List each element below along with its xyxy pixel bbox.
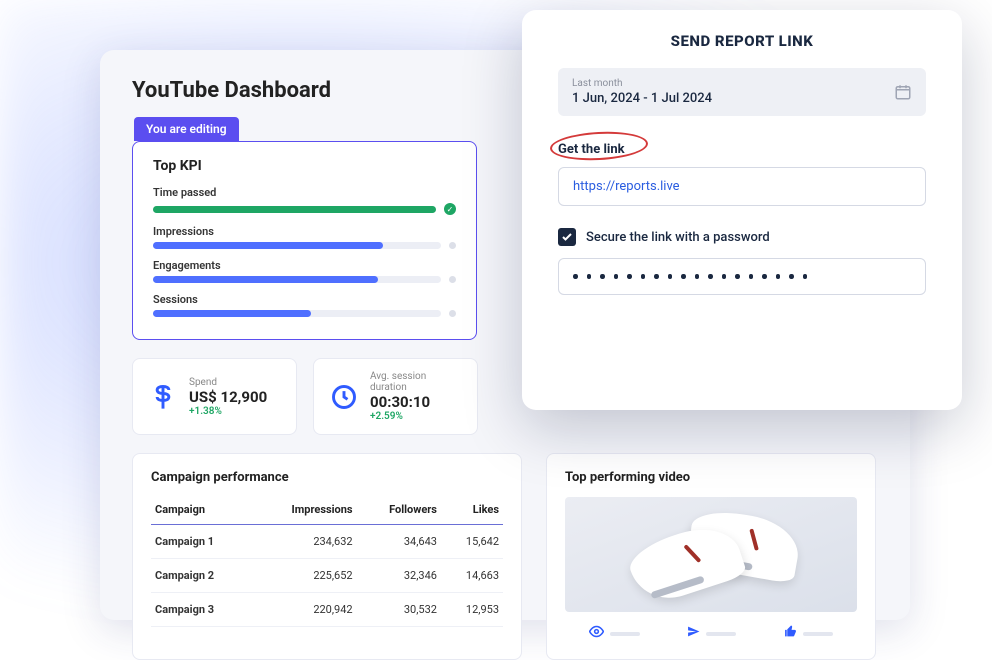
- video-thumbnail[interactable]: [565, 497, 857, 612]
- progress-bar: [153, 310, 441, 317]
- stat-card: Avg. session duration00:30:10+2.59%: [313, 358, 478, 435]
- table-header: Followers: [357, 497, 441, 525]
- video-stat-shares: [687, 624, 736, 643]
- stat-label: Avg. session duration: [370, 371, 461, 393]
- eye-icon: [589, 624, 604, 643]
- link-input[interactable]: https://reports.live: [558, 167, 926, 206]
- kpi-label: Time passed: [153, 186, 456, 199]
- kpi-label: Engagements: [153, 259, 456, 272]
- table-header: Campaign: [151, 497, 252, 525]
- progress-dot: [449, 310, 456, 317]
- send-report-panel: SEND REPORT LINK Last month 1 Jun, 2024 …: [522, 10, 962, 410]
- progress-bar: [153, 276, 441, 283]
- dollar-icon: [149, 383, 177, 411]
- table-row[interactable]: Campaign 3220,94230,53212,953: [151, 593, 503, 627]
- date-range-value: 1 Jun, 2024 - 1 Jul 2024: [572, 91, 712, 106]
- top-video-card: Top performing video: [546, 453, 876, 660]
- thumbs-up-icon: [784, 625, 797, 642]
- report-panel-title: SEND REPORT LINK: [558, 32, 926, 50]
- clock-icon: [330, 383, 358, 411]
- editing-badge: You are editing: [134, 117, 239, 141]
- top-video-title: Top performing video: [565, 470, 857, 485]
- table-header: Impressions: [252, 497, 356, 525]
- password-input[interactable]: [558, 258, 926, 295]
- table-row[interactable]: Campaign 2225,65232,34614,663: [151, 559, 503, 593]
- stat-change: +1.38%: [189, 406, 267, 417]
- secure-checkbox-label: Secure the link with a password: [586, 230, 770, 245]
- table-row[interactable]: Campaign 1234,63234,64315,642: [151, 525, 503, 559]
- table-header: Likes: [441, 497, 503, 525]
- stat-change: +2.59%: [370, 411, 461, 422]
- get-link-heading: Get the link: [558, 138, 625, 157]
- kpi-row: Impressions: [153, 225, 456, 249]
- campaign-table: CampaignImpressionsFollowersLikes Campai…: [151, 497, 503, 627]
- progress-dot: [449, 242, 456, 249]
- send-icon: [687, 625, 700, 642]
- campaign-performance-card: Campaign performance CampaignImpressions…: [132, 453, 522, 660]
- stat-value: 00:30:10: [370, 393, 461, 411]
- date-range-label: Last month: [572, 78, 712, 89]
- video-stat-views: [589, 624, 640, 643]
- check-icon: ✓: [444, 203, 456, 215]
- kpi-label: Sessions: [153, 293, 456, 306]
- campaign-performance-title: Campaign performance: [151, 470, 503, 485]
- calendar-icon: [894, 78, 912, 106]
- video-stats-row: [565, 624, 857, 643]
- kpi-row: Sessions: [153, 293, 456, 317]
- kpi-card[interactable]: Top KPI Time passed ✓ Impressions Engagemen…: [132, 141, 477, 340]
- stat-label: Spend: [189, 377, 267, 388]
- checkbox-checked-icon[interactable]: [558, 228, 576, 246]
- kpi-row: Time passed ✓: [153, 186, 456, 215]
- stat-card: SpendUS$ 12,900+1.38%: [132, 358, 297, 435]
- progress-bar: [153, 242, 441, 249]
- kpi-card-title: Top KPI: [153, 158, 456, 174]
- kpi-label: Impressions: [153, 225, 456, 238]
- progress-dot: [449, 276, 456, 283]
- kpi-row: Engagements: [153, 259, 456, 283]
- secure-checkbox-row[interactable]: Secure the link with a password: [558, 228, 926, 246]
- progress-bar: [153, 206, 436, 213]
- date-range-picker[interactable]: Last month 1 Jun, 2024 - 1 Jul 2024: [558, 68, 926, 116]
- video-stat-likes: [784, 624, 833, 643]
- stat-value: US$ 12,900: [189, 388, 267, 406]
